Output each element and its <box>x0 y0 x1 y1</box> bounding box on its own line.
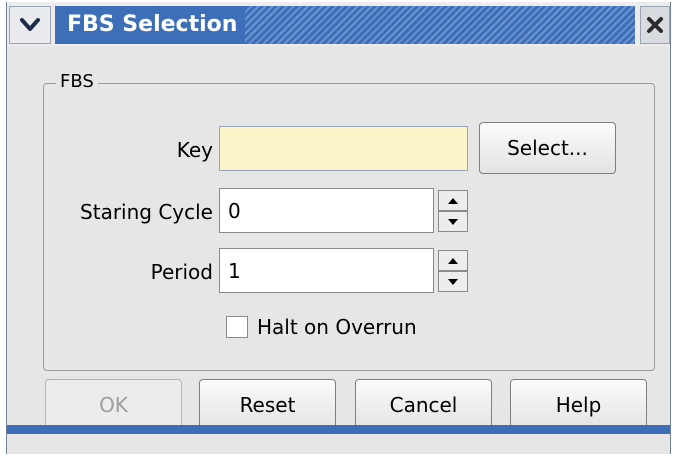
starting-cycle-decrement[interactable] <box>438 211 468 232</box>
arrow-down-icon <box>448 218 458 225</box>
window-menu-button[interactable] <box>9 6 51 44</box>
halt-on-overrun-label: Halt on Overrun <box>257 315 417 339</box>
period-stepper <box>438 250 468 292</box>
group-title: FBS <box>56 70 98 94</box>
key-field[interactable] <box>219 126 468 171</box>
period-increment[interactable] <box>438 250 468 271</box>
ok-button[interactable]: OK <box>45 379 182 431</box>
title-strip[interactable]: FBS Selection <box>55 6 635 44</box>
window-title: FBS Selection <box>55 6 246 44</box>
help-button[interactable]: Help <box>510 379 647 431</box>
close-icon <box>647 17 663 33</box>
arrow-down-icon <box>448 278 458 285</box>
halt-on-overrun-checkbox[interactable] <box>226 316 248 338</box>
key-label: Key <box>176 138 213 162</box>
starting-cycle-label: Staring Cycle <box>80 200 213 224</box>
arrow-up-icon <box>448 257 458 264</box>
period-label: Period <box>150 260 213 284</box>
starting-cycle-stepper <box>438 190 468 232</box>
arrow-up-icon <box>448 197 458 204</box>
starting-cycle-field[interactable] <box>219 188 434 233</box>
period-field[interactable] <box>219 248 434 293</box>
cancel-button[interactable]: Cancel <box>355 379 492 431</box>
fbs-selection-dialog: FBS Selection FBS Key Select... Staring … <box>6 2 671 454</box>
window-bottom-border <box>7 425 670 434</box>
title-bar: FBS Selection <box>7 2 670 46</box>
starting-cycle-increment[interactable] <box>438 190 468 211</box>
period-decrement[interactable] <box>438 271 468 292</box>
select-button[interactable]: Select... <box>479 122 616 174</box>
close-button[interactable] <box>640 6 670 44</box>
reset-button[interactable]: Reset <box>199 379 336 431</box>
chevron-down-icon <box>20 18 40 31</box>
